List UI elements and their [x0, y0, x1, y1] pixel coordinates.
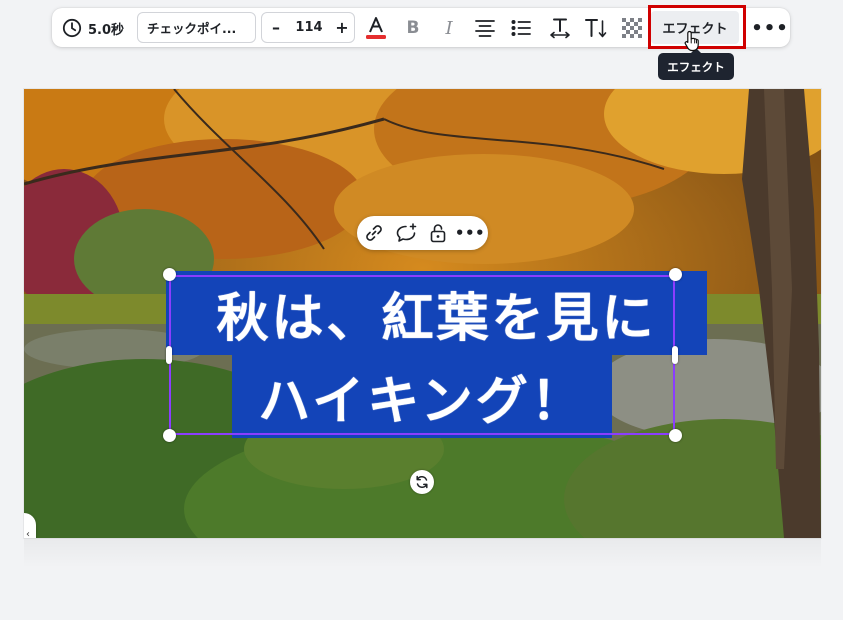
font-family-dropdown[interactable]: チェックポイ... [137, 12, 256, 43]
element-context-toolbar: ••• [357, 216, 488, 250]
resize-handle-top-right[interactable] [669, 268, 682, 281]
resize-handle-top-left[interactable] [163, 268, 176, 281]
font-family-label: チェックポイ... [147, 21, 237, 36]
chevron-left-icon: ‹ [26, 528, 30, 539]
comment-add-icon [396, 223, 417, 242]
text-color-icon [366, 17, 386, 39]
lock-button[interactable] [426, 221, 450, 245]
font-size-input[interactable]: 114 [288, 13, 330, 42]
list-button[interactable] [507, 14, 535, 42]
rotate-button[interactable] [410, 470, 434, 494]
bold-button[interactable]: B [399, 14, 427, 42]
font-size-decrease-button[interactable]: – [264, 13, 288, 42]
unlock-icon [430, 224, 446, 243]
resize-handle-bottom-left[interactable] [163, 429, 176, 442]
effect-tooltip: エフェクト [658, 48, 734, 80]
more-options-button[interactable]: ••• [751, 14, 788, 42]
letter-spacing-icon [550, 18, 570, 39]
duration-button[interactable]: 5.0秒 [62, 16, 124, 40]
page-shadow [24, 538, 821, 568]
align-center-icon [475, 20, 495, 37]
bullet-list-icon [511, 20, 531, 36]
clock-icon [62, 18, 82, 38]
align-center-button[interactable] [471, 14, 499, 42]
text-size-icon [585, 19, 607, 38]
add-comment-button[interactable] [394, 221, 418, 245]
duration-label: 5.0秒 [88, 22, 125, 38]
resize-handle-right[interactable] [672, 346, 678, 364]
rotate-icon [416, 475, 428, 489]
transparency-button[interactable] [618, 14, 646, 42]
transparency-icon [622, 18, 642, 38]
tooltip-label: エフェクト [667, 59, 725, 74]
text-color-button[interactable] [362, 14, 390, 42]
text-line-1[interactable]: 秋は、紅葉を見に [166, 271, 707, 355]
text-line-2[interactable]: ハイキング！ [232, 355, 612, 438]
more-actions-button[interactable]: ••• [455, 221, 485, 245]
italic-button[interactable]: I [435, 14, 463, 42]
text-toolbar: 5.0秒 チェックポイ... – 114 + B I エフェクト ••• [52, 8, 790, 47]
hand-cursor-icon [684, 30, 699, 52]
text-case-button[interactable] [582, 14, 610, 42]
font-size-increase-button[interactable]: + [330, 13, 354, 42]
link-icon [366, 225, 382, 241]
resize-handle-bottom-right[interactable] [669, 429, 682, 442]
link-button[interactable] [362, 221, 386, 245]
font-size-stepper: – 114 + [261, 12, 355, 43]
resize-handle-left[interactable] [166, 346, 172, 364]
letter-spacing-button[interactable] [546, 14, 574, 42]
